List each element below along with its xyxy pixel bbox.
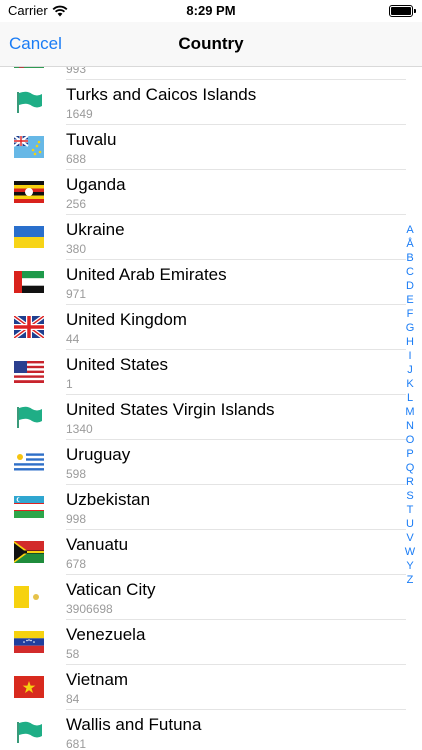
country-row[interactable]: United States Virgin Islands 1340 — [0, 395, 422, 440]
country-code: 971 — [66, 287, 87, 301]
index-letter[interactable]: V — [402, 531, 418, 545]
country-row[interactable]: 993 — [0, 66, 422, 80]
index-letter[interactable]: T — [402, 503, 418, 517]
country-row[interactable]: Uganda 256 — [0, 170, 422, 215]
tuvalu-flag-icon — [14, 136, 44, 158]
country-name: Tuvalu — [66, 130, 117, 149]
index-letter[interactable]: Å — [402, 237, 418, 251]
uzbekistan-flag-icon — [14, 496, 44, 518]
country-row[interactable]: Venezuela 58 — [0, 620, 422, 665]
country-row[interactable]: Uruguay 598 — [0, 440, 422, 485]
country-row[interactable]: Vietnam 84 — [0, 665, 422, 710]
uae-flag-icon — [14, 271, 44, 293]
index-letter[interactable]: J — [402, 363, 418, 377]
country-name: Ukraine — [66, 220, 125, 239]
generic-flag-icon — [14, 406, 44, 428]
country-code: 598 — [66, 467, 87, 481]
index-letter[interactable]: G — [402, 321, 418, 335]
country-code: 58 — [66, 647, 80, 661]
country-name: United States Virgin Islands — [66, 400, 275, 419]
country-code: 688 — [66, 152, 87, 166]
generic-flag-icon — [14, 91, 44, 113]
us-flag-icon — [14, 361, 44, 383]
country-code: 681 — [66, 737, 87, 750]
country-code: 1 — [66, 377, 73, 391]
country-name: Venezuela — [66, 625, 146, 644]
country-row[interactable]: Vanuatu 678 — [0, 530, 422, 575]
country-code: 3906698 — [66, 602, 113, 616]
vatican-flag-icon — [14, 586, 44, 608]
country-name: Vatican City — [66, 580, 156, 599]
country-row[interactable]: United States 1 — [0, 350, 422, 395]
page-title: Country — [178, 34, 244, 53]
index-letter[interactable]: I — [402, 349, 418, 363]
uk-flag-icon — [14, 316, 44, 338]
uganda-flag-icon — [14, 181, 44, 203]
country-name: United Arab Emirates — [66, 265, 227, 284]
country-code: 380 — [66, 242, 87, 256]
battery-icon — [389, 5, 416, 17]
country-name: Wallis and Futuna — [66, 715, 202, 734]
country-row[interactable]: Tuvalu 688 — [0, 125, 422, 170]
index-letter[interactable]: P — [402, 447, 418, 461]
country-row[interactable]: Vatican City 3906698 — [0, 575, 422, 620]
country-name: Vietnam — [66, 670, 129, 689]
status-bar: Carrier 8:29 PM — [0, 0, 422, 22]
country-row[interactable]: Ukraine 380 — [0, 215, 422, 260]
index-letter[interactable]: U — [402, 517, 418, 531]
country-code: 678 — [66, 557, 87, 571]
index-letter[interactable]: C — [402, 265, 418, 279]
index-letter[interactable]: Y — [402, 559, 418, 573]
country-row[interactable]: Turks and Caicos Islands 1649 — [0, 80, 422, 125]
index-letter[interactable]: N — [402, 419, 418, 433]
index-letter[interactable]: B — [402, 251, 418, 265]
country-row[interactable]: Uzbekistan 998 — [0, 485, 422, 530]
vietnam-flag-icon — [14, 676, 44, 698]
index-letter[interactable]: K — [402, 377, 418, 391]
country-code: 84 — [66, 692, 80, 706]
section-index[interactable]: A Å B C D E F G H I J K L M N O P Q R S … — [402, 223, 418, 587]
country-code: 1340 — [66, 422, 93, 436]
country-list[interactable]: 993 Turks and Caicos Islands 1649 Tuvalu… — [0, 66, 422, 750]
country-code: 1649 — [66, 107, 93, 121]
index-letter[interactable]: Q — [402, 461, 418, 475]
country-row[interactable]: United Arab Emirates 971 — [0, 260, 422, 305]
index-letter[interactable]: A — [402, 223, 418, 237]
index-letter[interactable]: E — [402, 293, 418, 307]
index-letter[interactable]: Z — [402, 573, 418, 587]
index-letter[interactable]: L — [402, 391, 418, 405]
index-letter[interactable]: O — [402, 433, 418, 447]
country-code: 993 — [66, 66, 87, 76]
country-name: Uruguay — [66, 445, 131, 464]
index-letter[interactable]: S — [402, 489, 418, 503]
generic-flag-icon — [14, 721, 44, 743]
country-name: United States — [66, 355, 169, 374]
uruguay-flag-icon — [14, 451, 44, 473]
status-time: 8:29 PM — [186, 3, 236, 18]
country-row[interactable]: United Kingdom 44 — [0, 305, 422, 350]
country-code: 256 — [66, 197, 87, 211]
ukraine-flag-icon — [14, 226, 44, 248]
index-letter[interactable]: W — [402, 545, 418, 559]
index-letter[interactable]: M — [402, 405, 418, 419]
index-letter[interactable]: H — [402, 335, 418, 349]
index-letter[interactable]: R — [402, 475, 418, 489]
country-name: Uganda — [66, 175, 126, 194]
index-letter[interactable]: D — [402, 279, 418, 293]
venezuela-flag-icon — [14, 631, 44, 653]
country-code: 998 — [66, 512, 87, 526]
country-code: 44 — [66, 332, 80, 346]
country-name: Vanuatu — [66, 535, 129, 554]
country-name: Uzbekistan — [66, 490, 151, 509]
country-name: United Kingdom — [66, 310, 187, 329]
country-row[interactable]: Wallis and Futuna 681 — [0, 710, 422, 750]
index-letter[interactable]: F — [402, 307, 418, 321]
country-name: Turks and Caicos Islands — [66, 85, 257, 104]
navigation-bar: Cancel Country — [0, 22, 422, 67]
vanuatu-flag-icon — [14, 541, 44, 563]
